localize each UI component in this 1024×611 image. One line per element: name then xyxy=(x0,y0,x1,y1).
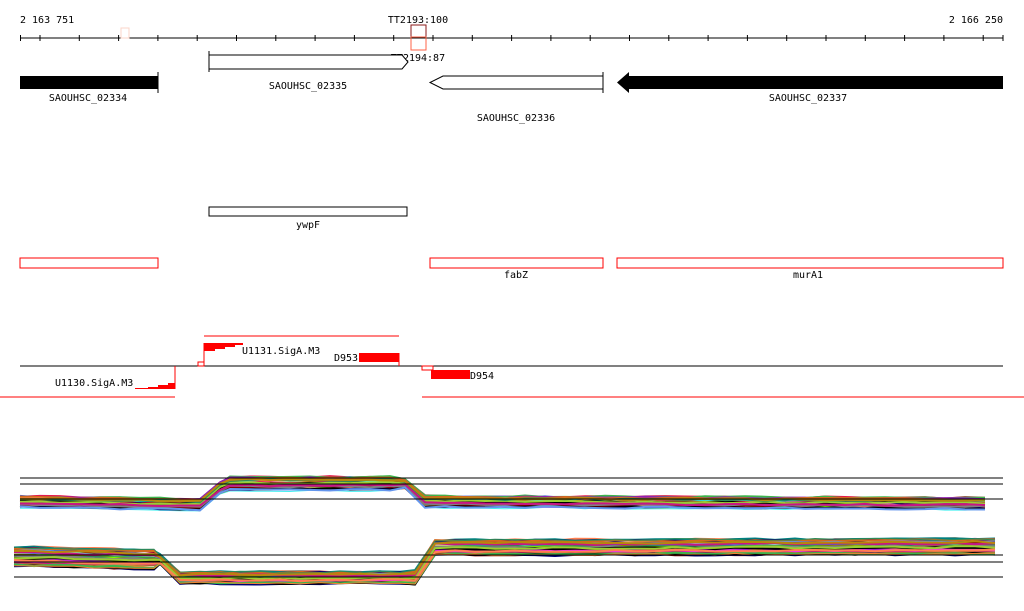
genome-track-canvas: 2 163 751 2 166 250 TT2193:100 TT2194:87… xyxy=(0,15,1024,586)
expression-traces-forward xyxy=(19,475,986,512)
gene-label: SAOUHSC_02337 xyxy=(769,93,847,104)
dna-feature-d953[interactable] xyxy=(359,353,400,366)
terminator-label: TT2193:100 xyxy=(388,15,448,26)
ruler xyxy=(20,35,1004,41)
gene-saouhsc-02335[interactable] xyxy=(208,51,409,72)
gene-label: SAOUHSC_02334 xyxy=(49,93,127,104)
feature-ywpf[interactable] xyxy=(208,206,408,217)
promoter-label: U1131.SigA.M3 xyxy=(242,346,320,357)
promoter-u1130[interactable] xyxy=(135,366,176,389)
gene-label: SAOUHSC_02335 xyxy=(269,81,347,92)
genome-browser-view: 2 163 751 2 166 250 TT2193:100 TT2194:87… xyxy=(0,0,1024,611)
terminator-marker-tt2193[interactable] xyxy=(410,24,427,38)
gene-label: SAOUHSC_02336 xyxy=(477,113,555,124)
trace-reference-lines xyxy=(14,477,1003,578)
dna-feature-d954[interactable] xyxy=(421,365,470,379)
terminator-marker-tt2193-lower[interactable] xyxy=(410,36,427,51)
gene-saouhsc-02334[interactable] xyxy=(20,72,159,93)
gene-saouhsc-02336[interactable] xyxy=(428,72,604,93)
terminator-marker-faint[interactable] xyxy=(120,27,130,39)
ruler-end-label: 2 166 250 xyxy=(949,15,1003,26)
red-feature-mura1[interactable] xyxy=(616,257,1004,269)
feature-label: murA1 xyxy=(793,270,823,281)
dna-feature-label: D953 xyxy=(334,353,358,364)
feature-label: fabZ xyxy=(504,270,528,281)
gene-saouhsc-02337[interactable] xyxy=(617,72,1003,93)
red-feature[interactable] xyxy=(19,257,159,269)
promoter-label: U1130.SigA.M3 xyxy=(55,378,133,389)
red-feature-fabz[interactable] xyxy=(429,257,604,269)
feature-label: ywpF xyxy=(296,220,320,231)
promoter-u1131[interactable] xyxy=(197,343,243,367)
ruler-start-label: 2 163 751 xyxy=(20,15,74,26)
dna-feature-label: D954 xyxy=(470,371,494,382)
